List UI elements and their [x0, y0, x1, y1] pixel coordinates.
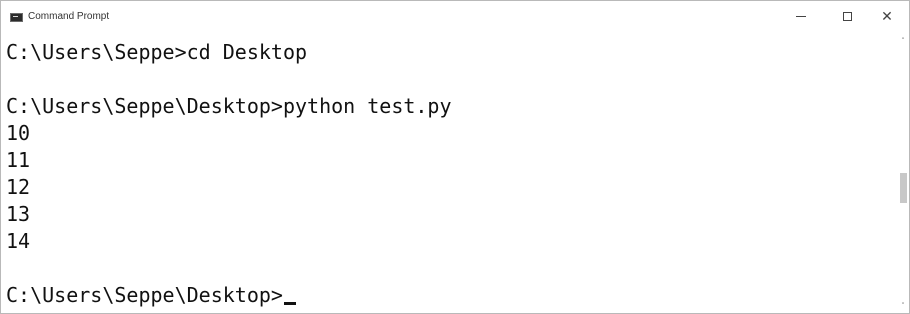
console-prompt-line[interactable]: C:\Users\Seppe\Desktop> — [6, 282, 296, 309]
console-line: 11 — [6, 148, 31, 172]
scroll-up-arrow-icon[interactable]: ˄ — [897, 34, 909, 48]
close-button[interactable]: ✕ — [864, 1, 909, 32]
prompt-text: C:\Users\Seppe\Desktop> — [6, 283, 283, 307]
cmd-icon — [10, 13, 23, 22]
console-line: C:\Users\Seppe\Desktop>python test.py — [6, 94, 452, 118]
console-line: 10 — [6, 121, 31, 145]
console-line: 12 — [6, 175, 31, 199]
text-cursor — [283, 302, 296, 305]
minimize-button[interactable] — [778, 1, 824, 32]
console-line: 13 — [6, 202, 31, 226]
window-title: Command Prompt — [28, 11, 110, 22]
command-prompt-window: Command Prompt ✕ C:\Users\Seppe>cd Deskt… — [0, 0, 910, 314]
minimize-icon — [796, 16, 806, 17]
close-icon: ✕ — [881, 8, 893, 25]
scroll-down-arrow-icon[interactable]: ˅ — [897, 299, 909, 313]
console-line: C:\Users\Seppe>cd Desktop — [6, 40, 308, 64]
console-line: 14 — [6, 229, 31, 253]
console-output[interactable]: C:\Users\Seppe>cd Desktop C:\Users\Seppe… — [1, 32, 897, 313]
maximize-icon — [842, 12, 852, 21]
title-bar[interactable]: Command Prompt ✕ — [1, 1, 909, 32]
vertical-scrollbar[interactable]: ˄ ˅ — [897, 32, 909, 313]
scrollbar-thumb[interactable] — [900, 173, 907, 203]
